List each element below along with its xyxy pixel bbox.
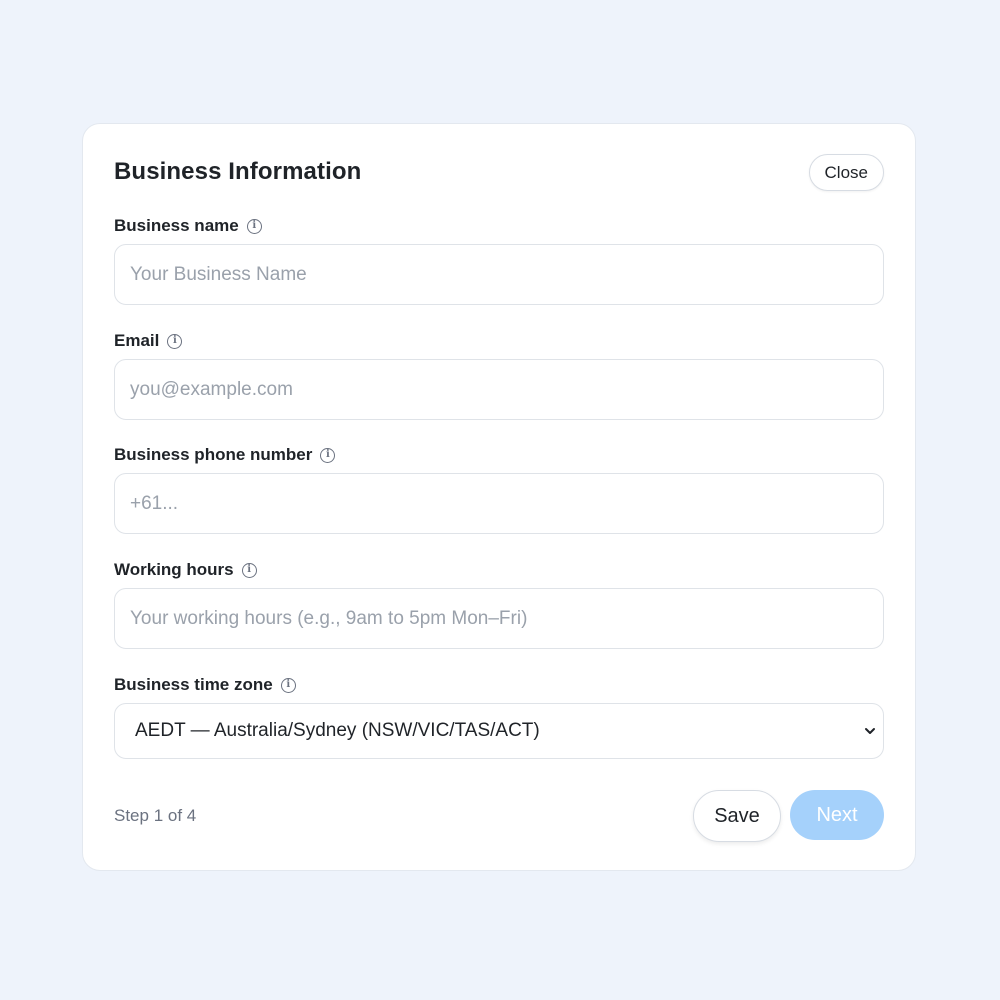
info-icon[interactable]: i — [280, 677, 296, 693]
time-zone-field: Business time zone i AEDT — Australia/Sy… — [114, 675, 884, 759]
business-info-dialog: Business Information Close Business name… — [82, 123, 916, 871]
phone-field: Business phone number i — [114, 445, 884, 534]
time-zone-selected-value: AEDT — Australia/Sydney (NSW/VIC/TAS/ACT… — [135, 720, 540, 741]
chevron-down-icon — [865, 728, 875, 734]
step-indicator: Step 1 of 4 — [114, 806, 197, 825]
phone-label: Business phone number — [114, 445, 313, 464]
phone-input[interactable] — [114, 473, 884, 534]
info-icon[interactable]: i — [320, 447, 336, 463]
business-name-label: Business name — [114, 216, 239, 235]
info-icon[interactable]: i — [241, 562, 257, 578]
info-icon[interactable]: i — [246, 218, 262, 234]
time-zone-select[interactable]: AEDT — Australia/Sydney (NSW/VIC/TAS/ACT… — [114, 703, 884, 759]
business-name-input[interactable] — [114, 244, 884, 305]
email-input[interactable] — [114, 359, 884, 420]
save-button[interactable]: Save — [693, 790, 781, 842]
email-field: Email i — [114, 331, 884, 420]
info-icon[interactable]: i — [167, 333, 183, 349]
dialog-title: Business Information — [114, 158, 362, 185]
dialog-header: Business Information Close — [114, 154, 884, 192]
business-name-field: Business name i — [114, 216, 884, 305]
email-label: Email — [114, 331, 160, 350]
close-button[interactable]: Close — [808, 154, 884, 191]
dialog-footer: Step 1 of 4 Save Next — [114, 790, 884, 842]
next-button[interactable]: Next — [790, 790, 884, 840]
working-hours-field: Working hours i — [114, 560, 884, 649]
working-hours-label: Working hours — [114, 560, 234, 579]
time-zone-label: Business time zone — [114, 675, 273, 694]
working-hours-input[interactable] — [114, 588, 884, 649]
